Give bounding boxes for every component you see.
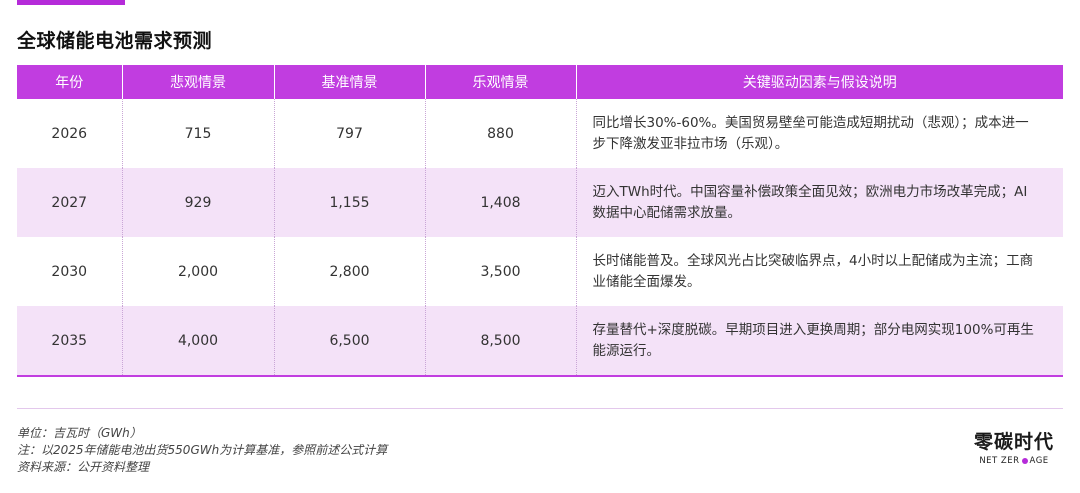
footer-divider xyxy=(17,408,1063,409)
cell-baseline: 2,800 xyxy=(274,237,426,306)
footnote-unit: 单位：吉瓦时（GWh） xyxy=(17,426,142,440)
cell-pessimistic: 929 xyxy=(122,168,275,237)
cell-pessimistic: 715 xyxy=(122,99,275,168)
cell-notes: 长时储能普及。全球风光占比突破临界点，4小时以上配储成为主流；工商 业储能全面爆… xyxy=(576,237,1063,306)
cell-optimistic: 8,500 xyxy=(425,306,577,377)
brand-logo: 零碳时代 NET ZER AGE xyxy=(964,427,1064,466)
notes-line: 迈入TWh时代。中国容量补偿政策全面见效；欧洲电力市场改革完成；AI xyxy=(592,183,1028,200)
notes-line: 业储能全面爆发。 xyxy=(592,273,701,290)
table-row: 2026 715 797 880 同比增长30%-60%。美国贸易壁垒可能造成短… xyxy=(17,99,1063,168)
cell-pessimistic: 4,000 xyxy=(122,306,275,377)
cell-optimistic: 3,500 xyxy=(425,237,577,306)
notes-line: 能源运行。 xyxy=(592,342,661,359)
notes-line: 同比增长30%-60%。美国贸易壁垒可能造成短期扰动（悲观）；成本进一 xyxy=(592,114,1029,131)
notes-line: 步下降激发亚非拉市场（乐观）。 xyxy=(592,135,789,152)
notes-line: 数据中心配储需求放量。 xyxy=(592,204,742,221)
page-title: 全球储能电池需求预测 xyxy=(17,30,213,52)
header-baseline: 基准情景 xyxy=(274,65,426,99)
brand-name-en-left: NET ZER xyxy=(979,456,1020,466)
cell-year: 2027 xyxy=(17,168,123,237)
brand-name-cn: 零碳时代 xyxy=(973,431,1054,453)
header-pessimistic: 悲观情景 xyxy=(122,65,275,99)
table-row: 2035 4,000 6,500 8,500 存量替代+深度脱碳。早期项目进入更… xyxy=(17,306,1063,377)
cell-notes: 同比增长30%-60%。美国贸易壁垒可能造成短期扰动（悲观）；成本进一 步下降激… xyxy=(576,99,1063,168)
cell-baseline: 6,500 xyxy=(274,306,426,377)
table-row: 2030 2,000 2,800 3,500 长时储能普及。全球风光占比突破临界… xyxy=(17,237,1063,306)
notes-line: 存量替代+深度脱碳。早期项目进入更换周期；部分电网实现100%可再生 xyxy=(592,321,1034,338)
top-accent-bar xyxy=(17,0,125,5)
header-notes: 关键驱动因素与假设说明 xyxy=(576,65,1063,99)
cell-optimistic: 880 xyxy=(425,99,577,168)
cell-baseline: 1,155 xyxy=(274,168,426,237)
cell-optimistic: 1,408 xyxy=(425,168,577,237)
header-optimistic: 乐观情景 xyxy=(425,65,577,99)
cell-notes: 存量替代+深度脱碳。早期项目进入更换周期；部分电网实现100%可再生 能源运行。 xyxy=(576,306,1063,377)
footnote-source: 资料来源：公开资料整理 xyxy=(17,460,150,474)
brand-dot-icon xyxy=(1021,458,1028,464)
cell-year: 2035 xyxy=(17,306,123,377)
cell-year: 2026 xyxy=(17,99,123,168)
demand-forecast-table: 年份 悲观情景 基准情景 乐观情景 关键驱动因素与假设说明 2026 715 7… xyxy=(17,65,1063,377)
cell-notes: 迈入TWh时代。中国容量补偿政策全面见效；欧洲电力市场改革完成；AI 数据中心配… xyxy=(576,168,1063,237)
header-year: 年份 xyxy=(17,65,123,99)
cell-pessimistic: 2,000 xyxy=(122,237,275,306)
footnote-note: 注：以2025年储能电池出货550GWh为计算基准，参照前述公式计算 xyxy=(17,443,388,457)
table-header-row: 年份 悲观情景 基准情景 乐观情景 关键驱动因素与假设说明 xyxy=(17,65,1063,99)
table-row: 2027 929 1,155 1,408 迈入TWh时代。中国容量补偿政策全面见… xyxy=(17,168,1063,237)
notes-line: 长时储能普及。全球风光占比突破临界点，4小时以上配储成为主流；工商 xyxy=(592,252,1034,269)
cell-year: 2030 xyxy=(17,237,123,306)
brand-name-en: NET ZER AGE xyxy=(964,456,1064,466)
cell-baseline: 797 xyxy=(274,99,426,168)
footnotes: 单位：吉瓦时（GWh） 注：以2025年储能电池出货550GWh为计算基准，参照… xyxy=(17,425,387,476)
brand-name-en-right: AGE xyxy=(1029,456,1049,466)
